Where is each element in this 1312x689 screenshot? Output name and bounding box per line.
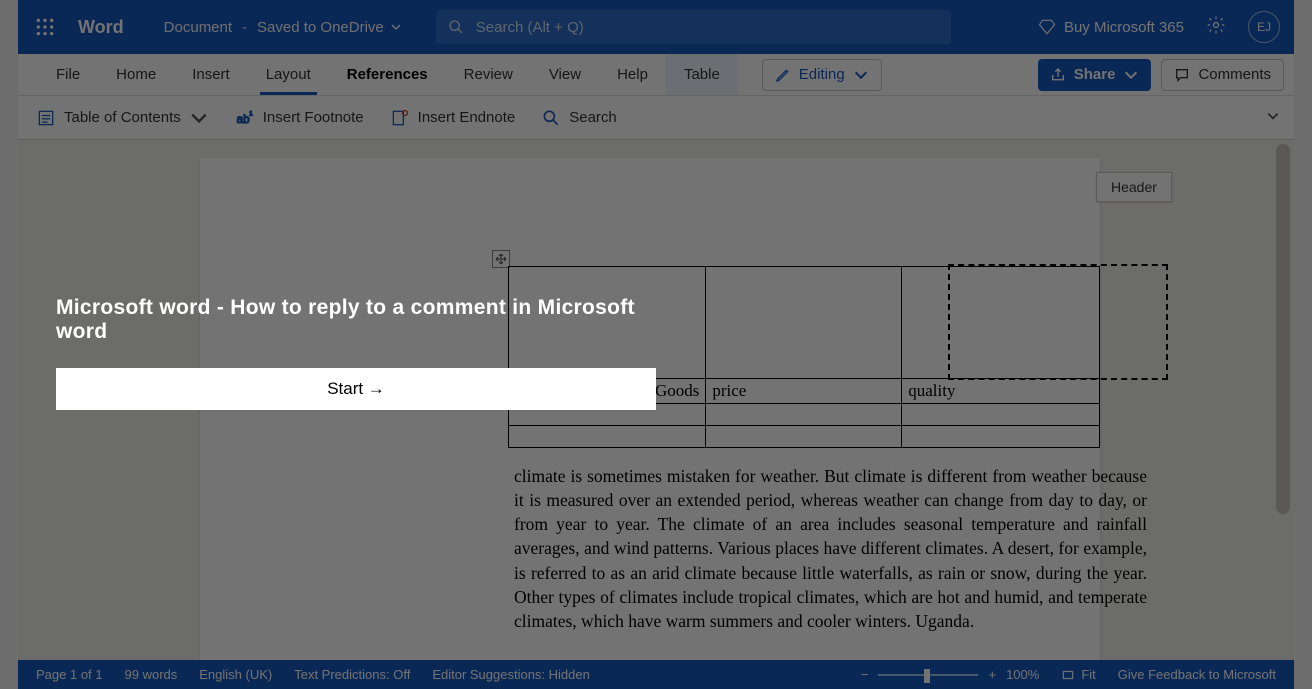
start-button[interactable]: Start → (56, 368, 656, 410)
tutorial-title: Microsoft word - How to reply to a comme… (56, 296, 656, 344)
tutorial-card: Microsoft word - How to reply to a comme… (56, 296, 656, 410)
